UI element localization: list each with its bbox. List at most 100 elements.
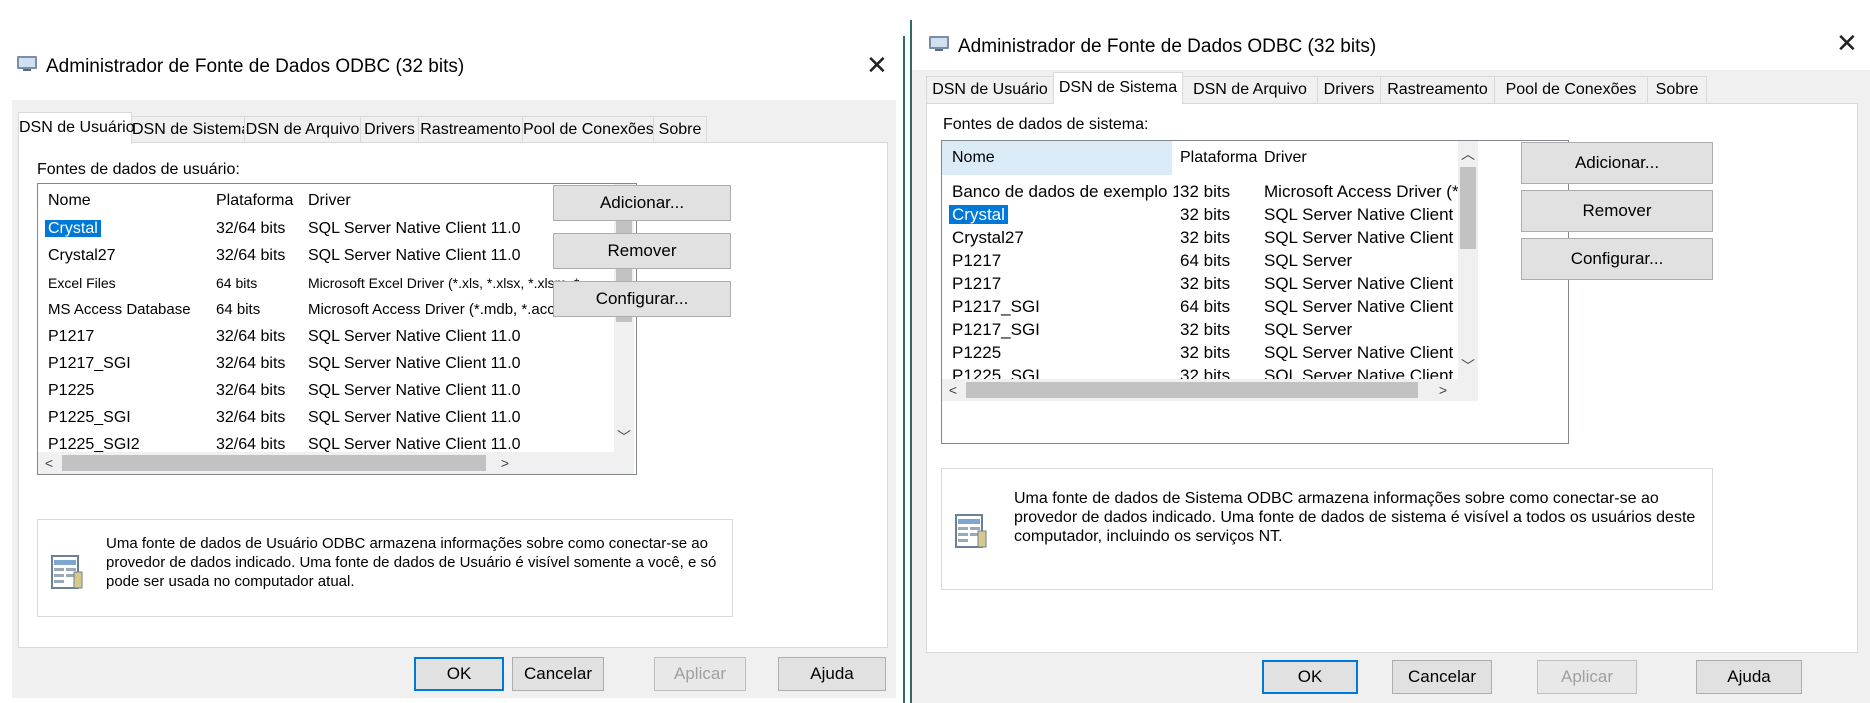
row-platform: 32/64 bits xyxy=(216,355,286,372)
tab-file-dsn[interactable]: DSN de Arquivo xyxy=(1182,76,1318,103)
tab-strip: DSN de Usuário DSN de Sistema DSN de Arq… xyxy=(18,112,818,144)
list-header: Nome Plataforma Driver xyxy=(38,188,636,214)
close-icon[interactable]: ✕ xyxy=(866,50,888,81)
group-label: Fontes de dados de usuário: xyxy=(37,161,240,178)
chevron-right-icon[interactable]: > xyxy=(1434,381,1452,399)
dsn-list[interactable]: Nome Plataforma Driver Banco de dados de… xyxy=(941,140,1569,444)
window-title: Administrador de Fonte de Dados ODBC (32… xyxy=(46,56,465,77)
close-icon[interactable]: ✕ xyxy=(1836,28,1858,59)
row-name: P1217_SGI xyxy=(48,355,131,372)
horizontal-scrollbar[interactable]: < > xyxy=(942,379,1478,401)
tab-drivers[interactable]: Drivers xyxy=(1317,76,1381,103)
row-driver: SQL Server Native Client 11.0 xyxy=(308,409,521,426)
odbc-app-icon xyxy=(17,56,37,71)
tab-system-dsn[interactable]: DSN de Sistema xyxy=(1053,72,1183,104)
configure-button[interactable]: Configurar... xyxy=(553,281,731,317)
odbc-app-icon xyxy=(929,36,949,51)
cancel-button[interactable]: Cancelar xyxy=(512,657,604,691)
ok-button[interactable]: OK xyxy=(414,657,504,691)
window-title: Administrador de Fonte de Dados ODBC (32… xyxy=(958,36,1377,57)
vertical-scrollbar[interactable]: ︿ ﹀ xyxy=(614,184,634,452)
row-platform: 64 bits xyxy=(216,301,261,318)
tab-about[interactable]: Sobre xyxy=(653,116,707,143)
database-info-icon xyxy=(51,555,83,589)
tab-user-dsn[interactable]: DSN de Usuário xyxy=(18,112,135,144)
title-bar: Administrador de Fonte de Dados ODBC (32… xyxy=(0,36,903,100)
row-platform: 32/64 bits xyxy=(216,382,286,399)
tab-about[interactable]: Sobre xyxy=(1647,76,1707,103)
table-row[interactable]: Crystal 32/64 bits SQL Server Native Cli… xyxy=(38,216,636,242)
tab-connection-pooling[interactable]: Pool de Conexões xyxy=(522,116,654,143)
horizontal-scrollbar[interactable]: < > xyxy=(38,452,634,474)
odbc-window-system-dsn: Administrador de Fonte de Dados ODBC (32… xyxy=(910,20,1870,703)
column-header-platform[interactable]: Plataforma xyxy=(1180,141,1260,175)
column-header-driver[interactable]: Driver xyxy=(1264,141,1464,175)
tab-drivers[interactable]: Drivers xyxy=(360,116,419,143)
dialog-client: DSN de Usuário DSN de Sistema DSN de Arq… xyxy=(12,100,896,698)
apply-button[interactable]: Aplicar xyxy=(1537,660,1637,694)
info-text: Uma fonte de dados de Sistema ODBC armaz… xyxy=(1014,490,1696,545)
remove-button[interactable]: Remover xyxy=(1521,190,1713,232)
column-header-platform[interactable]: Plataforma xyxy=(216,188,300,214)
info-text: Uma fonte de dados de Usuário ODBC armaz… xyxy=(106,535,717,590)
column-header-name[interactable]: Nome xyxy=(942,141,1172,175)
database-info-icon xyxy=(955,514,987,548)
row-driver: SQL Server Native Client 11.0 xyxy=(308,355,521,372)
tab-panel: Fontes de dados de sistema: Nome Platafo… xyxy=(926,103,1858,653)
row-name: Crystal xyxy=(45,220,101,237)
dsn-list[interactable]: Nome Plataforma Driver Crystal 32/64 bit… xyxy=(37,183,637,475)
row-name: Excel Files xyxy=(48,275,116,291)
row-platform: 32/64 bits xyxy=(216,328,286,345)
chevron-left-icon[interactable]: < xyxy=(40,454,58,472)
tab-strip: DSN de Usuário DSN de Sistema DSN de Arq… xyxy=(926,72,1826,104)
table-row[interactable]: P1225 32/64 bits SQL Server Native Clien… xyxy=(38,378,636,404)
table-row[interactable]: Crystal27 32/64 bits SQL Server Native C… xyxy=(38,243,636,269)
chevron-right-icon[interactable]: > xyxy=(496,454,514,472)
scroll-thumb[interactable] xyxy=(62,455,486,471)
help-button[interactable]: Ajuda xyxy=(778,657,886,691)
tab-tracing[interactable]: Rastreamento xyxy=(418,116,523,143)
remove-button[interactable]: Remover xyxy=(553,233,731,269)
tab-system-dsn[interactable]: DSN de Sistema xyxy=(131,116,250,143)
row-name: P1217 xyxy=(48,328,95,345)
row-platform: 32/64 bits xyxy=(216,220,286,237)
odbc-window-user-dsn: Administrador de Fonte de Dados ODBC (32… xyxy=(0,36,905,703)
add-button[interactable]: Adicionar... xyxy=(1521,142,1713,184)
column-header-name[interactable]: Nome xyxy=(48,188,208,214)
tab-tracing[interactable]: Rastreamento xyxy=(1380,76,1495,103)
chevron-down-icon[interactable]: ﹀ xyxy=(1459,357,1477,375)
row-name: Crystal xyxy=(949,205,1008,224)
table-row[interactable]: MS Access Database 64 bits Microsoft Acc… xyxy=(38,297,636,323)
row-name: Crystal27 xyxy=(48,247,116,264)
table-row[interactable]: P1217 32/64 bits SQL Server Native Clien… xyxy=(38,324,636,350)
cancel-button[interactable]: Cancelar xyxy=(1392,660,1492,694)
chevron-left-icon[interactable]: < xyxy=(944,381,962,399)
row-name: MS Access Database xyxy=(48,301,191,318)
help-button[interactable]: Ajuda xyxy=(1696,660,1802,694)
row-platform: 64 bits xyxy=(216,275,258,291)
table-row[interactable]: Excel Files 64 bits Microsoft Excel Driv… xyxy=(38,270,636,296)
table-row[interactable]: P1217_SGI 32/64 bits SQL Server Native C… xyxy=(38,351,636,377)
chevron-down-icon[interactable]: ﹀ xyxy=(615,428,633,446)
vertical-scrollbar[interactable]: ︿ ﹀ xyxy=(1458,141,1478,379)
scroll-thumb[interactable] xyxy=(1460,167,1476,249)
apply-button[interactable]: Aplicar xyxy=(654,657,746,691)
chevron-up-icon[interactable]: ︿ xyxy=(1459,145,1477,163)
row-platform: 32/64 bits xyxy=(216,409,286,426)
tab-file-dsn[interactable]: DSN de Arquivo xyxy=(244,116,361,143)
info-box: Uma fonte de dados de Usuário ODBC armaz… xyxy=(37,519,733,617)
configure-button[interactable]: Configurar... xyxy=(1521,238,1713,280)
dialog-client: DSN de Usuário DSN de Sistema DSN de Arq… xyxy=(912,70,1870,703)
row-driver: SQL Server Native Client 11.0 xyxy=(308,382,521,399)
row-name: P1225 xyxy=(48,382,95,399)
tab-panel: Fontes de dados de usuário: Nome Platafo… xyxy=(18,142,888,648)
tab-connection-pooling[interactable]: Pool de Conexões xyxy=(1494,76,1648,103)
tab-user-dsn[interactable]: DSN de Usuário xyxy=(926,76,1054,103)
row-platform: 32/64 bits xyxy=(216,247,286,264)
table-row[interactable]: P1225_SGI 32/64 bits SQL Server Native C… xyxy=(38,405,636,431)
add-button[interactable]: Adicionar... xyxy=(553,185,731,221)
scroll-thumb[interactable] xyxy=(966,382,1418,398)
info-box: Uma fonte de dados de Sistema ODBC armaz… xyxy=(941,468,1713,590)
ok-button[interactable]: OK xyxy=(1262,660,1358,694)
group-label: Fontes de dados de sistema: xyxy=(943,116,1149,133)
